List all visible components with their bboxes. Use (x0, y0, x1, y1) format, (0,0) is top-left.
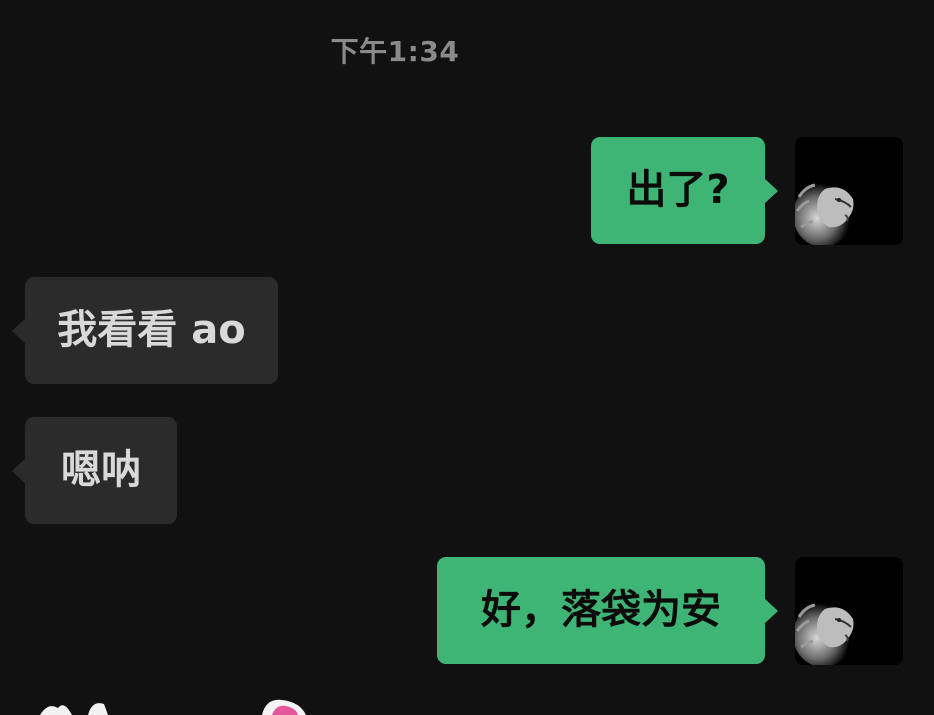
message-text: 我看看 ao (57, 307, 246, 353)
chat-screen: 下午1:34 出了? 我看看 ao 嗯呐 好，落袋为安 (0, 0, 934, 715)
outgoing-message-bubble[interactable]: 出了? (591, 137, 778, 244)
sticker-image[interactable] (0, 690, 340, 715)
message-text: 嗯呐 (61, 447, 141, 493)
lion-avatar-icon[interactable] (795, 557, 903, 665)
incoming-message-bubble[interactable]: 嗯呐 (12, 417, 177, 524)
lion-avatar-icon[interactable] (795, 137, 903, 245)
incoming-message-bubble[interactable]: 我看看 ao (12, 277, 278, 384)
outgoing-message-bubble[interactable]: 好，落袋为安 (437, 557, 778, 664)
message-text: 出了? (626, 167, 730, 213)
message-timestamp: 下午1:34 (330, 35, 460, 68)
message-text: 好，落袋为安 (481, 587, 721, 633)
